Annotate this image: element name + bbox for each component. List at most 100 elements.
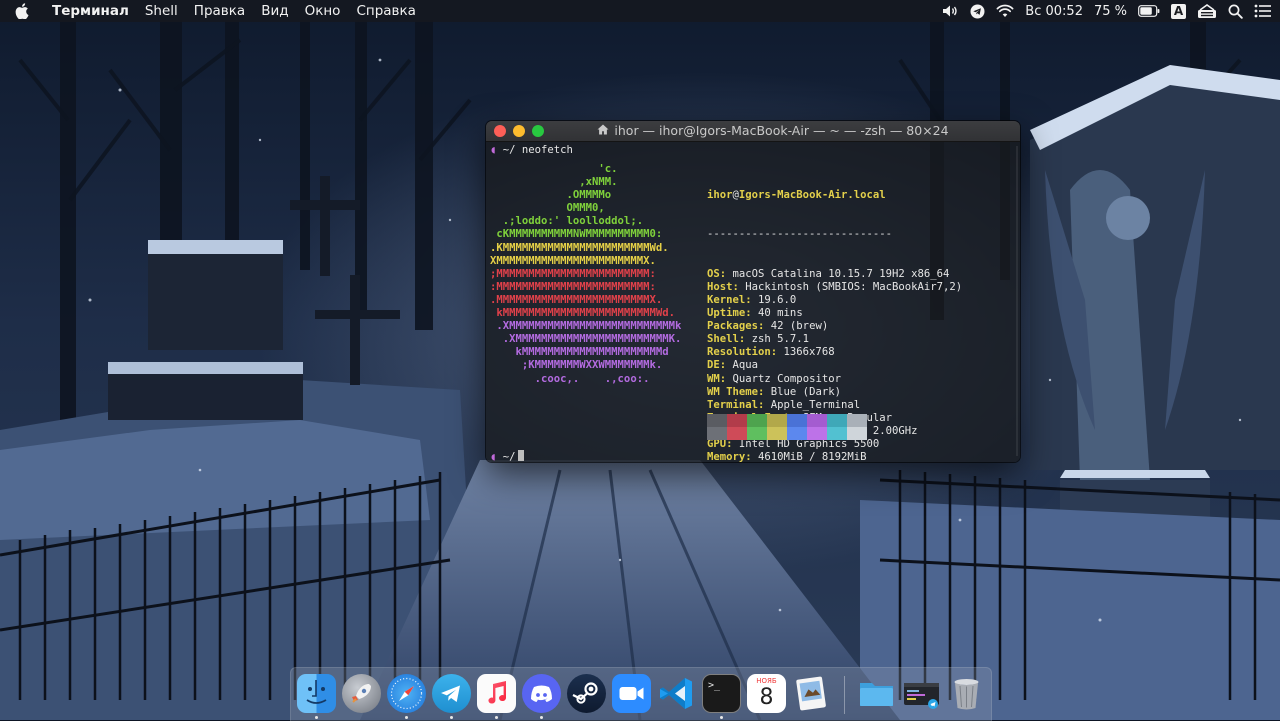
info-colon: : <box>732 280 746 293</box>
keyboard-viewer-icon[interactable] <box>1197 3 1217 19</box>
text-cursor <box>517 450 524 461</box>
info-colon: : <box>719 267 733 280</box>
logo-line: kMMMMMMMMMMMMMMMMMMMMMMd <box>490 346 669 359</box>
dock-launchpad[interactable] <box>342 674 381 713</box>
terminal-title-bar[interactable]: ihor — ihor@Igors-MacBook-Air — ~ — -zsh… <box>486 121 1020 142</box>
dock-telegram[interactable] <box>432 674 471 719</box>
home-folder-icon <box>597 121 609 141</box>
prompt-marker-icon: ◖ <box>490 451 497 462</box>
logo-line: ,xNMM. <box>490 176 618 189</box>
info-colon: : <box>770 346 784 359</box>
dock-downloads-folder[interactable] <box>857 674 896 713</box>
input-source-icon[interactable]: A <box>1171 3 1186 19</box>
safari-compass-icon <box>387 674 426 713</box>
palette-swatch <box>787 414 807 427</box>
zoom-window-button[interactable] <box>532 125 544 137</box>
logo-line: .OMMMMo <box>490 189 612 202</box>
dock-preview[interactable] <box>792 674 831 713</box>
menu-view[interactable]: Вид <box>253 0 296 22</box>
dock-vscode[interactable] <box>657 674 696 713</box>
info-row: Resolution: 1366x768 <box>707 346 962 359</box>
info-row: Terminal: Apple_Terminal <box>707 399 962 412</box>
menu-edit[interactable]: Правка <box>186 0 253 22</box>
discord-icon <box>522 674 561 713</box>
terminal-window[interactable]: ihor — ihor@Igors-MacBook-Air — ~ — -zsh… <box>486 121 1020 462</box>
palette-swatch <box>707 414 727 427</box>
info-key: Memory <box>707 451 746 462</box>
steam-icon <box>567 674 606 713</box>
dock-calendar[interactable]: НОЯБ 8 <box>747 674 786 713</box>
preview-photos-icon <box>792 674 831 713</box>
info-value: Hackintosh (SMBIOS: MacBookAir7,2) <box>745 280 963 293</box>
info-value: 1366x768 <box>783 346 835 359</box>
dock-discord[interactable] <box>522 674 561 719</box>
dock-terminal[interactable]: >_ <box>702 674 741 719</box>
terminal-icon: >_ <box>702 674 741 713</box>
spotlight-search-icon[interactable] <box>1228 4 1243 19</box>
logo-line: XMMMMMMMMMMMMMMMMMMMMMMMX. <box>490 254 656 267</box>
apple-menu-icon[interactable] <box>0 3 44 19</box>
menu-help[interactable]: Справка <box>348 0 423 22</box>
command-prompt-line: ◖ ~/ neofetch <box>490 144 573 157</box>
info-row: WM: Quartz Compositor <box>707 373 962 386</box>
info-row: Kernel: 19.6.0 <box>707 294 962 307</box>
info-separator: ----------------------------- <box>707 228 892 241</box>
info-colon: : <box>719 359 733 372</box>
neofetch-apple-logo: 'c. ,xNMM. .OMMMMo OMMM0, .;loddo:' lool… <box>490 163 681 386</box>
close-window-button[interactable] <box>494 125 506 137</box>
palette-swatch <box>747 414 767 427</box>
info-value: 40 mins <box>758 307 803 320</box>
battery-icon[interactable] <box>1138 5 1160 17</box>
dock-finder[interactable] <box>297 674 336 719</box>
dock: >_ НОЯБ 8 <box>290 667 992 721</box>
vscode-icon <box>657 674 696 713</box>
running-indicator <box>495 716 498 719</box>
logo-line: OMMM0, <box>490 202 605 215</box>
running-indicator <box>720 716 723 719</box>
volume-icon[interactable] <box>942 4 959 18</box>
menu-window[interactable]: Окно <box>297 0 349 22</box>
palette-swatch <box>807 414 827 427</box>
terminal-window-title: ihor — ihor@Igors-MacBook-Air — ~ — -zsh… <box>614 123 949 138</box>
info-value: Blue (Dark) <box>770 385 841 398</box>
minimize-window-button[interactable] <box>513 125 525 137</box>
telegram-menubar-icon[interactable] <box>970 4 985 19</box>
info-row: Packages: 42 (brew) <box>707 320 962 333</box>
logo-line: .cooc,. .,coo:. <box>490 372 650 385</box>
logo-line: .XMMMMMMMMMMMMMMMMMMMMMMMMK. <box>490 333 682 346</box>
wifi-icon[interactable] <box>996 4 1014 18</box>
info-value: 19.6.0 <box>758 293 797 306</box>
finder-icon <box>297 674 336 713</box>
running-indicator <box>405 716 408 719</box>
logo-line: :MMMMMMMMMMMMMMMMMMMMMMMM: <box>490 280 656 293</box>
telegram-icon <box>432 674 471 713</box>
color-palette <box>707 414 867 440</box>
dock-music[interactable] <box>477 674 516 719</box>
info-key: Host <box>707 280 733 293</box>
info-colon: : <box>745 293 759 306</box>
menu-shell[interactable]: Shell <box>137 0 186 22</box>
notification-center-icon[interactable] <box>1254 4 1272 18</box>
dock-trash[interactable] <box>947 674 986 713</box>
trash-icon <box>947 674 986 713</box>
info-value: Aqua <box>732 359 759 372</box>
running-indicator <box>450 716 453 719</box>
dock-steam[interactable] <box>567 674 606 713</box>
terminal-content[interactable]: ◖ ~/ neofetch 'c. ,xNMM. .OMMMMo OMMM0, … <box>486 142 1020 462</box>
terminal-scrollbar[interactable] <box>1016 146 1018 456</box>
menubar-clock[interactable]: Вс 00:52 <box>1025 4 1083 19</box>
battery-percent[interactable]: 75 % <box>1094 4 1127 19</box>
active-prompt-line[interactable]: ◖ ~/ <box>490 450 524 462</box>
info-row: Shell: zsh 5.7.1 <box>707 333 962 346</box>
palette-swatch <box>827 427 847 440</box>
dock-minimized-window[interactable] <box>902 674 941 713</box>
calendar-icon: НОЯБ 8 <box>747 674 786 713</box>
info-key: Kernel <box>707 293 746 306</box>
menu-app-name[interactable]: Терминал <box>44 0 137 22</box>
running-indicator <box>315 716 318 719</box>
info-key: Resolution <box>707 346 771 359</box>
dock-safari[interactable] <box>387 674 426 719</box>
terminal-icon-prompt: >_ <box>708 680 721 691</box>
user-host-line: ihor@Igors-MacBook-Air.local <box>707 189 962 202</box>
dock-zoom[interactable] <box>612 674 651 713</box>
